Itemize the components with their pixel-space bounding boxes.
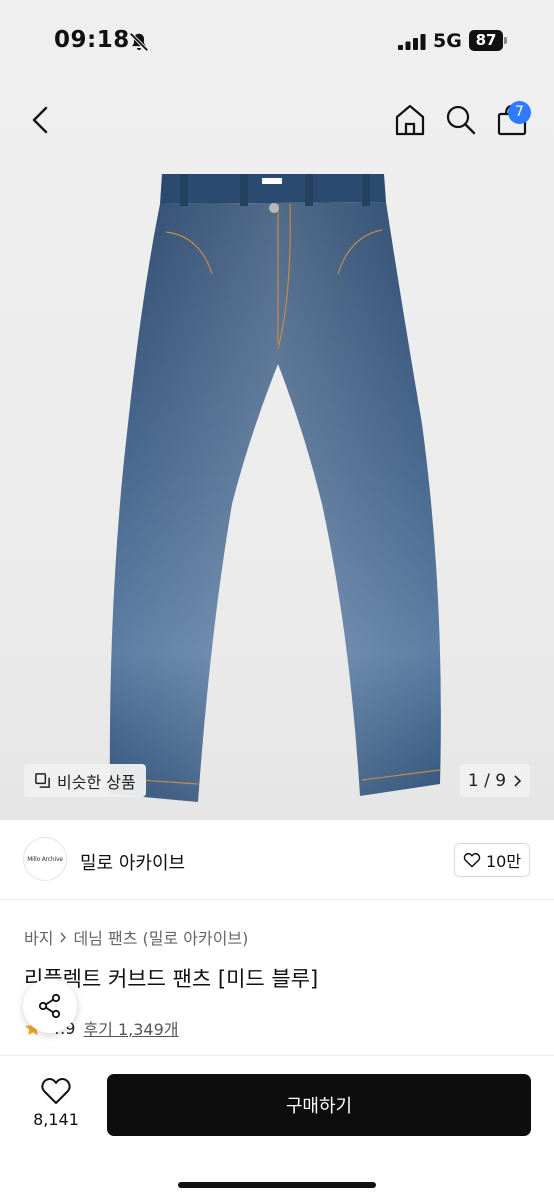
shop-like-count: 10만 — [485, 852, 522, 871]
home-indicator — [178, 1182, 376, 1188]
breadcrumb: 바지 데님 팬츠 (밀로 아카이브) — [24, 925, 248, 949]
pager-text: 1 / 9 — [467, 770, 507, 791]
back-arrow-icon[interactable] — [22, 100, 62, 140]
search-icon[interactable] — [441, 100, 481, 140]
breadcrumb-item[interactable]: 데님 팬츠 (밀로 아카이브) — [73, 925, 248, 949]
chevron-right-icon — [514, 774, 522, 787]
breadcrumb-item[interactable]: 바지 — [24, 925, 53, 949]
heart-outline-icon — [463, 852, 481, 868]
battery-icon: 87 — [469, 30, 509, 51]
shop-logo[interactable]: Millo Archive — [23, 837, 67, 881]
status-bar: 09:18 5G 87 — [0, 0, 554, 84]
status-time: 09:18 — [54, 27, 130, 53]
similar-items-button[interactable]: 비슷한 상품 — [24, 764, 146, 797]
product-image[interactable]: 7 비슷한 상품 1 / 9 — [0, 84, 554, 820]
bottom-action-bar: 8,141 구매하기 — [0, 1055, 554, 1200]
heart-outline-icon[interactable] — [40, 1076, 72, 1106]
cart-count-badge: 7 — [508, 101, 531, 124]
image-pager[interactable]: 1 / 9 — [460, 764, 530, 797]
review-count-link[interactable]: 후기 1,349개 — [83, 1016, 178, 1040]
network-type: 5G — [433, 30, 462, 52]
battery-level: 87 — [469, 30, 503, 51]
shop-like-button[interactable]: 10만 — [454, 843, 530, 877]
copy-icon — [35, 773, 50, 788]
signal-icon — [398, 34, 426, 50]
wish-count: 8,141 — [33, 1110, 79, 1129]
share-icon — [38, 993, 61, 1019]
bell-off-icon — [129, 32, 149, 52]
buy-button[interactable]: 구매하기 — [107, 1074, 531, 1136]
similar-items-label: 비슷한 상품 — [57, 772, 136, 792]
shop-row[interactable]: Millo Archive 밀로 아카이브 10만 — [0, 820, 554, 900]
chevron-right-icon — [60, 932, 67, 942]
share-button[interactable] — [23, 979, 77, 1033]
shop-name[interactable]: 밀로 아카이브 — [80, 849, 185, 875]
home-icon[interactable] — [390, 100, 430, 140]
jeans-photo — [109, 174, 441, 802]
